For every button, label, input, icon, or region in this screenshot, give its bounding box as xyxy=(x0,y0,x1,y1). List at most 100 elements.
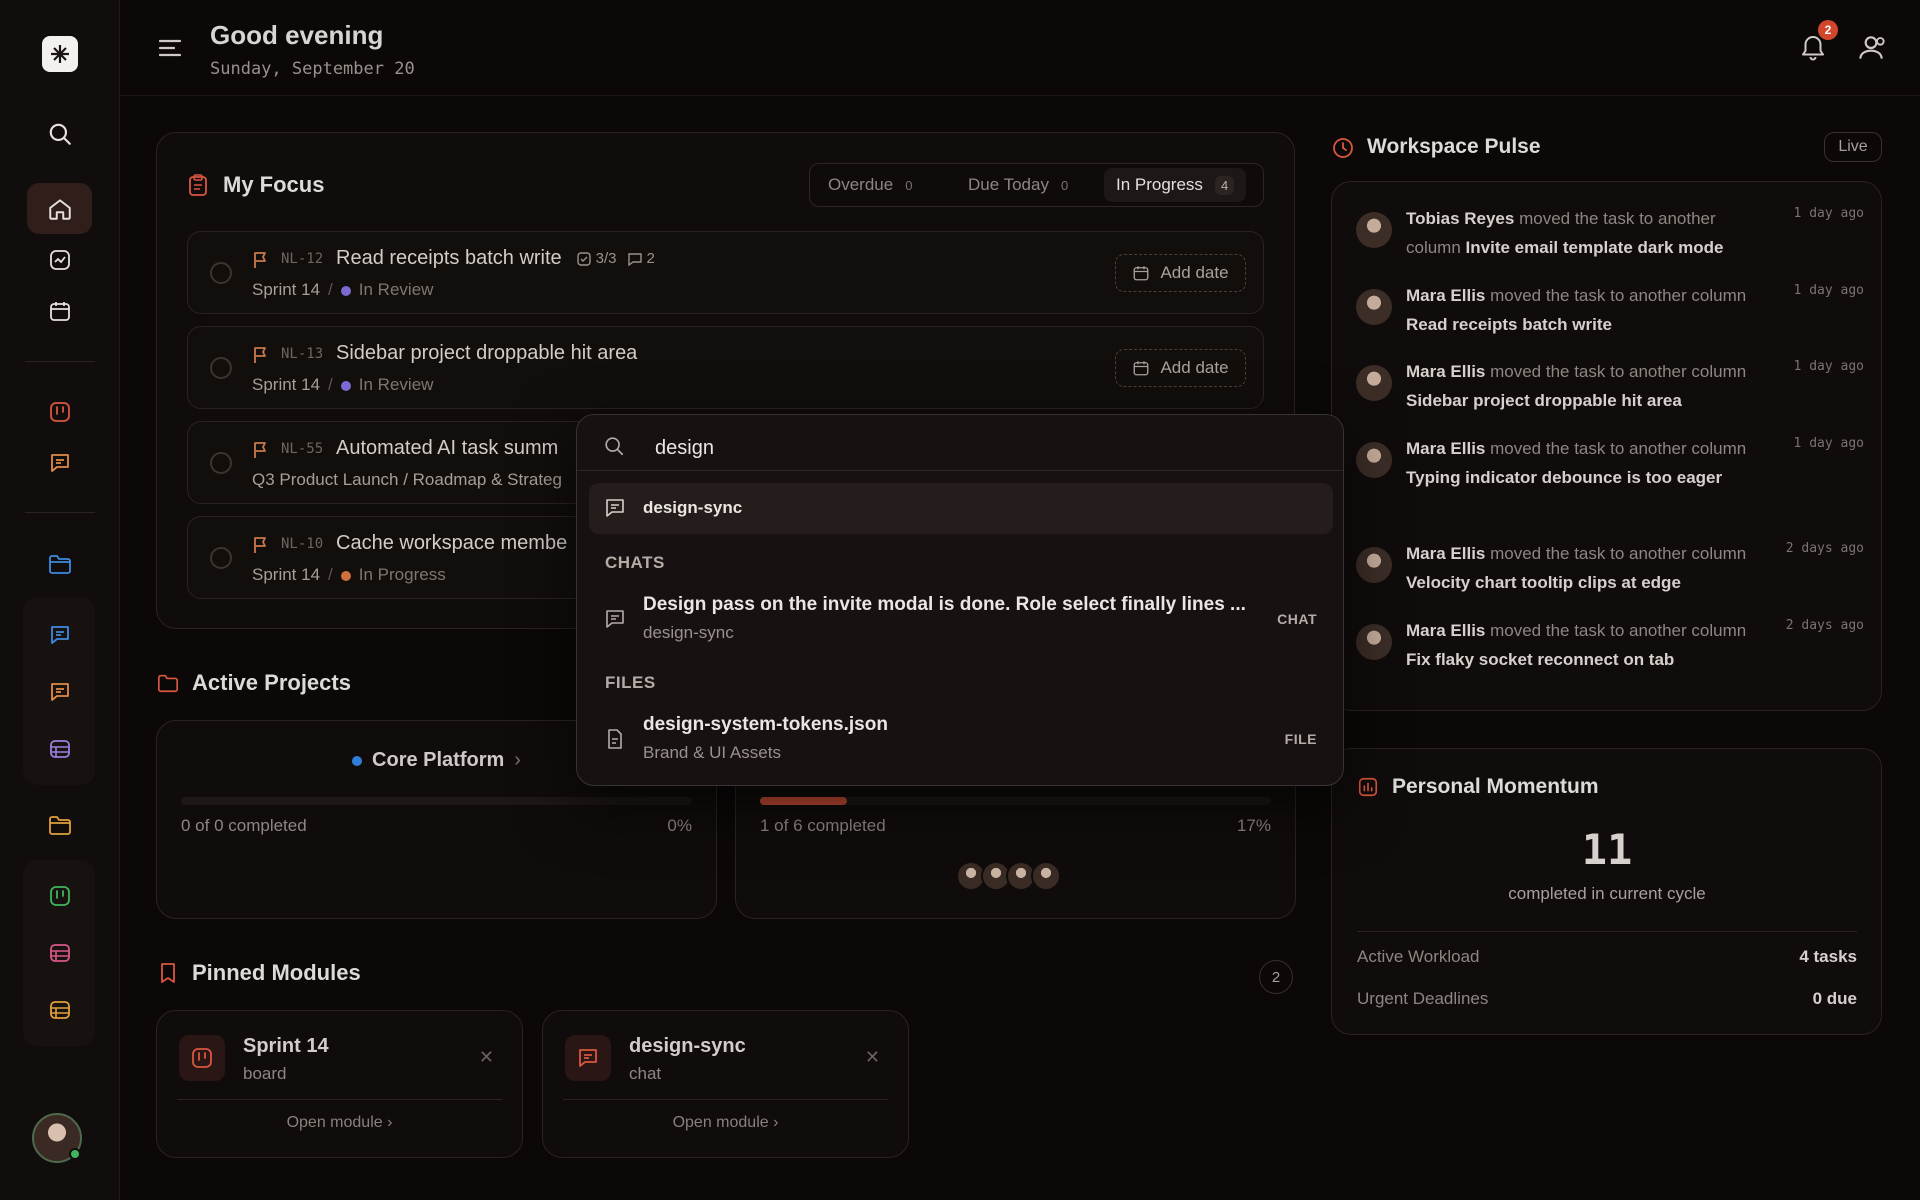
sidebar-board-green[interactable] xyxy=(27,870,92,921)
search-result-top[interactable]: design-sync xyxy=(589,483,1333,534)
chat-icon xyxy=(603,607,627,631)
add-date-button[interactable]: Add date xyxy=(1115,254,1246,292)
sidebar-divider xyxy=(25,361,95,362)
chat-icon xyxy=(50,453,69,472)
team-button[interactable] xyxy=(1855,32,1887,64)
search-input[interactable] xyxy=(655,430,1255,466)
avatar xyxy=(1356,365,1392,401)
task-status: In Review xyxy=(358,280,434,299)
sidebar-calendar[interactable] xyxy=(27,285,92,336)
bookmark-icon xyxy=(158,961,178,985)
pinned-module-card[interactable]: design-sync chat ✕ Open module › xyxy=(542,1010,909,1158)
calendar-icon xyxy=(1134,361,1149,376)
task-checkbox[interactable] xyxy=(210,357,232,379)
activity-action: moved the task to another column xyxy=(1490,286,1747,305)
logo-icon xyxy=(51,45,69,63)
sidebar-home[interactable] xyxy=(27,183,92,234)
sidebar-folder-orange[interactable] xyxy=(27,799,92,850)
activity-task: Invite email template dark mode xyxy=(1465,238,1724,257)
filter-overdue[interactable]: Overdue 0 xyxy=(816,168,924,202)
filter-count: 0 xyxy=(905,177,913,193)
search-result-chat[interactable]: Design pass on the invite modal is done.… xyxy=(589,591,1333,649)
filter-in-progress[interactable]: In Progress 4 xyxy=(1104,168,1247,202)
task-checkbox[interactable] xyxy=(210,452,232,474)
task-title: Read receipts batch write 3/3 2 xyxy=(336,247,655,270)
sidebar-table-purple[interactable] xyxy=(27,723,92,774)
result-kind: FILE xyxy=(1284,731,1317,747)
sidebar-table-yellow[interactable] xyxy=(27,984,92,1035)
search-icon xyxy=(603,435,625,457)
sidebar-folder[interactable] xyxy=(27,538,92,589)
avatar xyxy=(1356,624,1392,660)
table-icon xyxy=(49,1000,70,1019)
task-status: In Progress xyxy=(358,565,446,584)
project-completed: 1 of 6 completed xyxy=(760,816,886,835)
activity-user: Mara Ellis xyxy=(1406,544,1486,563)
pinned-module-card[interactable]: Sprint 14 board ✕ Open module › xyxy=(156,1010,523,1158)
folder-icon xyxy=(156,672,180,694)
task-code: NL-55 xyxy=(281,441,324,457)
avatar xyxy=(1356,289,1392,325)
task-checkbox[interactable] xyxy=(210,547,232,569)
momentum-row: Active Workload 4 tasks xyxy=(1357,947,1857,967)
task-meta: Sprint 14/In Progress xyxy=(252,565,446,584)
activity-time: 2 days ago xyxy=(1785,541,1864,556)
filter-label: Overdue xyxy=(828,175,894,194)
app-logo[interactable] xyxy=(42,36,78,72)
activity-task: Fix flaky socket reconnect on tab xyxy=(1406,650,1675,669)
clock-icon xyxy=(1331,136,1355,160)
momentum-caption: completed in current cycle xyxy=(1508,884,1706,903)
online-indicator xyxy=(69,1148,81,1160)
row-value: 4 tasks xyxy=(1799,947,1857,966)
comment-icon xyxy=(627,253,642,267)
project-percent: 17% xyxy=(1236,816,1271,835)
sidebar-board[interactable] xyxy=(27,386,92,437)
momentum-value: 11 xyxy=(1581,825,1633,874)
close-icon[interactable]: ✕ xyxy=(479,1047,494,1068)
sidebar-search[interactable] xyxy=(27,108,92,159)
table-icon xyxy=(49,739,70,758)
close-icon[interactable]: ✕ xyxy=(865,1047,880,1068)
row-value: 0 due xyxy=(1812,989,1857,1008)
task-sprint: Q3 Product Launch / Roadmap & Strateg xyxy=(252,470,562,489)
comment-value: 2 xyxy=(646,250,655,268)
sidebar-chat-blue[interactable] xyxy=(27,609,92,660)
chat-icon xyxy=(50,682,69,701)
avatar xyxy=(1356,442,1392,478)
menu-button[interactable] xyxy=(156,34,184,62)
project-percent: 0% xyxy=(667,816,692,835)
task-sprint: Sprint 14 xyxy=(252,565,321,584)
notification-badge: 2 xyxy=(1818,20,1838,40)
result-label: design-sync xyxy=(643,498,743,517)
project-footer: 0 of 0 completed 0% xyxy=(181,816,692,836)
result-title: design-system-tokens.json xyxy=(643,714,888,735)
filter-due-today[interactable]: Due Today 0 xyxy=(956,168,1080,202)
chat-icon xyxy=(603,496,627,520)
task-row[interactable]: NL-13 Sidebar project droppable hit area… xyxy=(187,326,1264,409)
flag-icon xyxy=(252,440,270,460)
task-meta: Sprint 14/In Review xyxy=(252,375,434,394)
menu-icon xyxy=(158,39,182,57)
open-module-link[interactable]: Open module › xyxy=(543,1114,908,1132)
search-result-file[interactable]: design-system-tokens.json Brand & UI Ass… xyxy=(589,711,1333,769)
avatar xyxy=(1356,547,1392,583)
activity-action: moved the task to another column xyxy=(1490,362,1747,381)
open-module-link[interactable]: Open module › xyxy=(157,1114,522,1132)
activity-action: moved the task to another column xyxy=(1490,621,1747,640)
sidebar-table-pink[interactable] xyxy=(27,927,92,978)
task-row[interactable]: NL-12 Read receipts batch write 3/3 2 Spri… xyxy=(187,231,1264,314)
task-title: Sidebar project droppable hit area xyxy=(336,342,638,364)
activity-time: 1 day ago xyxy=(1793,283,1864,298)
sidebar-chat[interactable] xyxy=(27,437,92,488)
sidebar-analytics[interactable] xyxy=(27,234,92,285)
pinned-module-type: board xyxy=(243,1064,287,1083)
sidebar-chat-orange[interactable] xyxy=(27,666,92,717)
section-chats: CHATS xyxy=(605,553,665,572)
add-date-button[interactable]: Add date xyxy=(1115,349,1246,387)
activity-time: 1 day ago xyxy=(1793,436,1864,451)
subtask-value: 3/3 xyxy=(595,250,617,268)
my-focus-title: My Focus xyxy=(223,172,325,197)
result-kind: CHAT xyxy=(1277,611,1317,627)
task-checkbox[interactable] xyxy=(210,262,232,284)
task-sprint: Sprint 14 xyxy=(252,280,321,299)
